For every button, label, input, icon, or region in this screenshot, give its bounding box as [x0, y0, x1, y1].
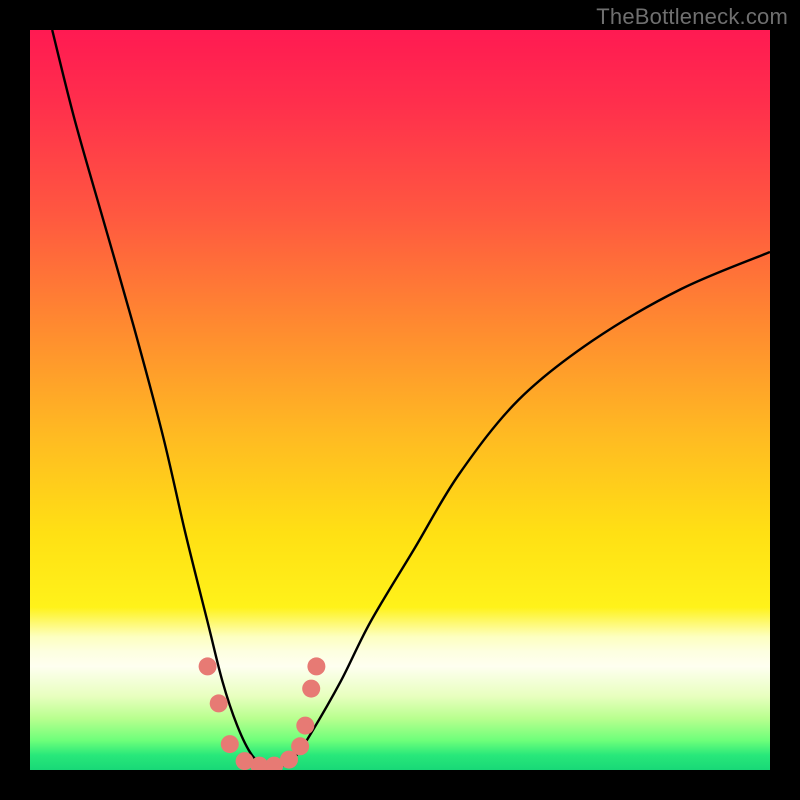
marker-dot — [210, 694, 228, 712]
marker-dot — [199, 657, 217, 675]
curve-layer — [30, 30, 770, 770]
bottleneck-curve-path — [52, 30, 770, 768]
marker-dot — [302, 680, 320, 698]
marker-dots — [199, 657, 326, 770]
marker-dot — [307, 657, 325, 675]
marker-dot — [291, 737, 309, 755]
watermark-text: TheBottleneck.com — [596, 4, 788, 30]
chart-frame: TheBottleneck.com — [0, 0, 800, 800]
marker-dot — [221, 735, 239, 753]
plot-area — [30, 30, 770, 770]
marker-dot — [296, 717, 314, 735]
